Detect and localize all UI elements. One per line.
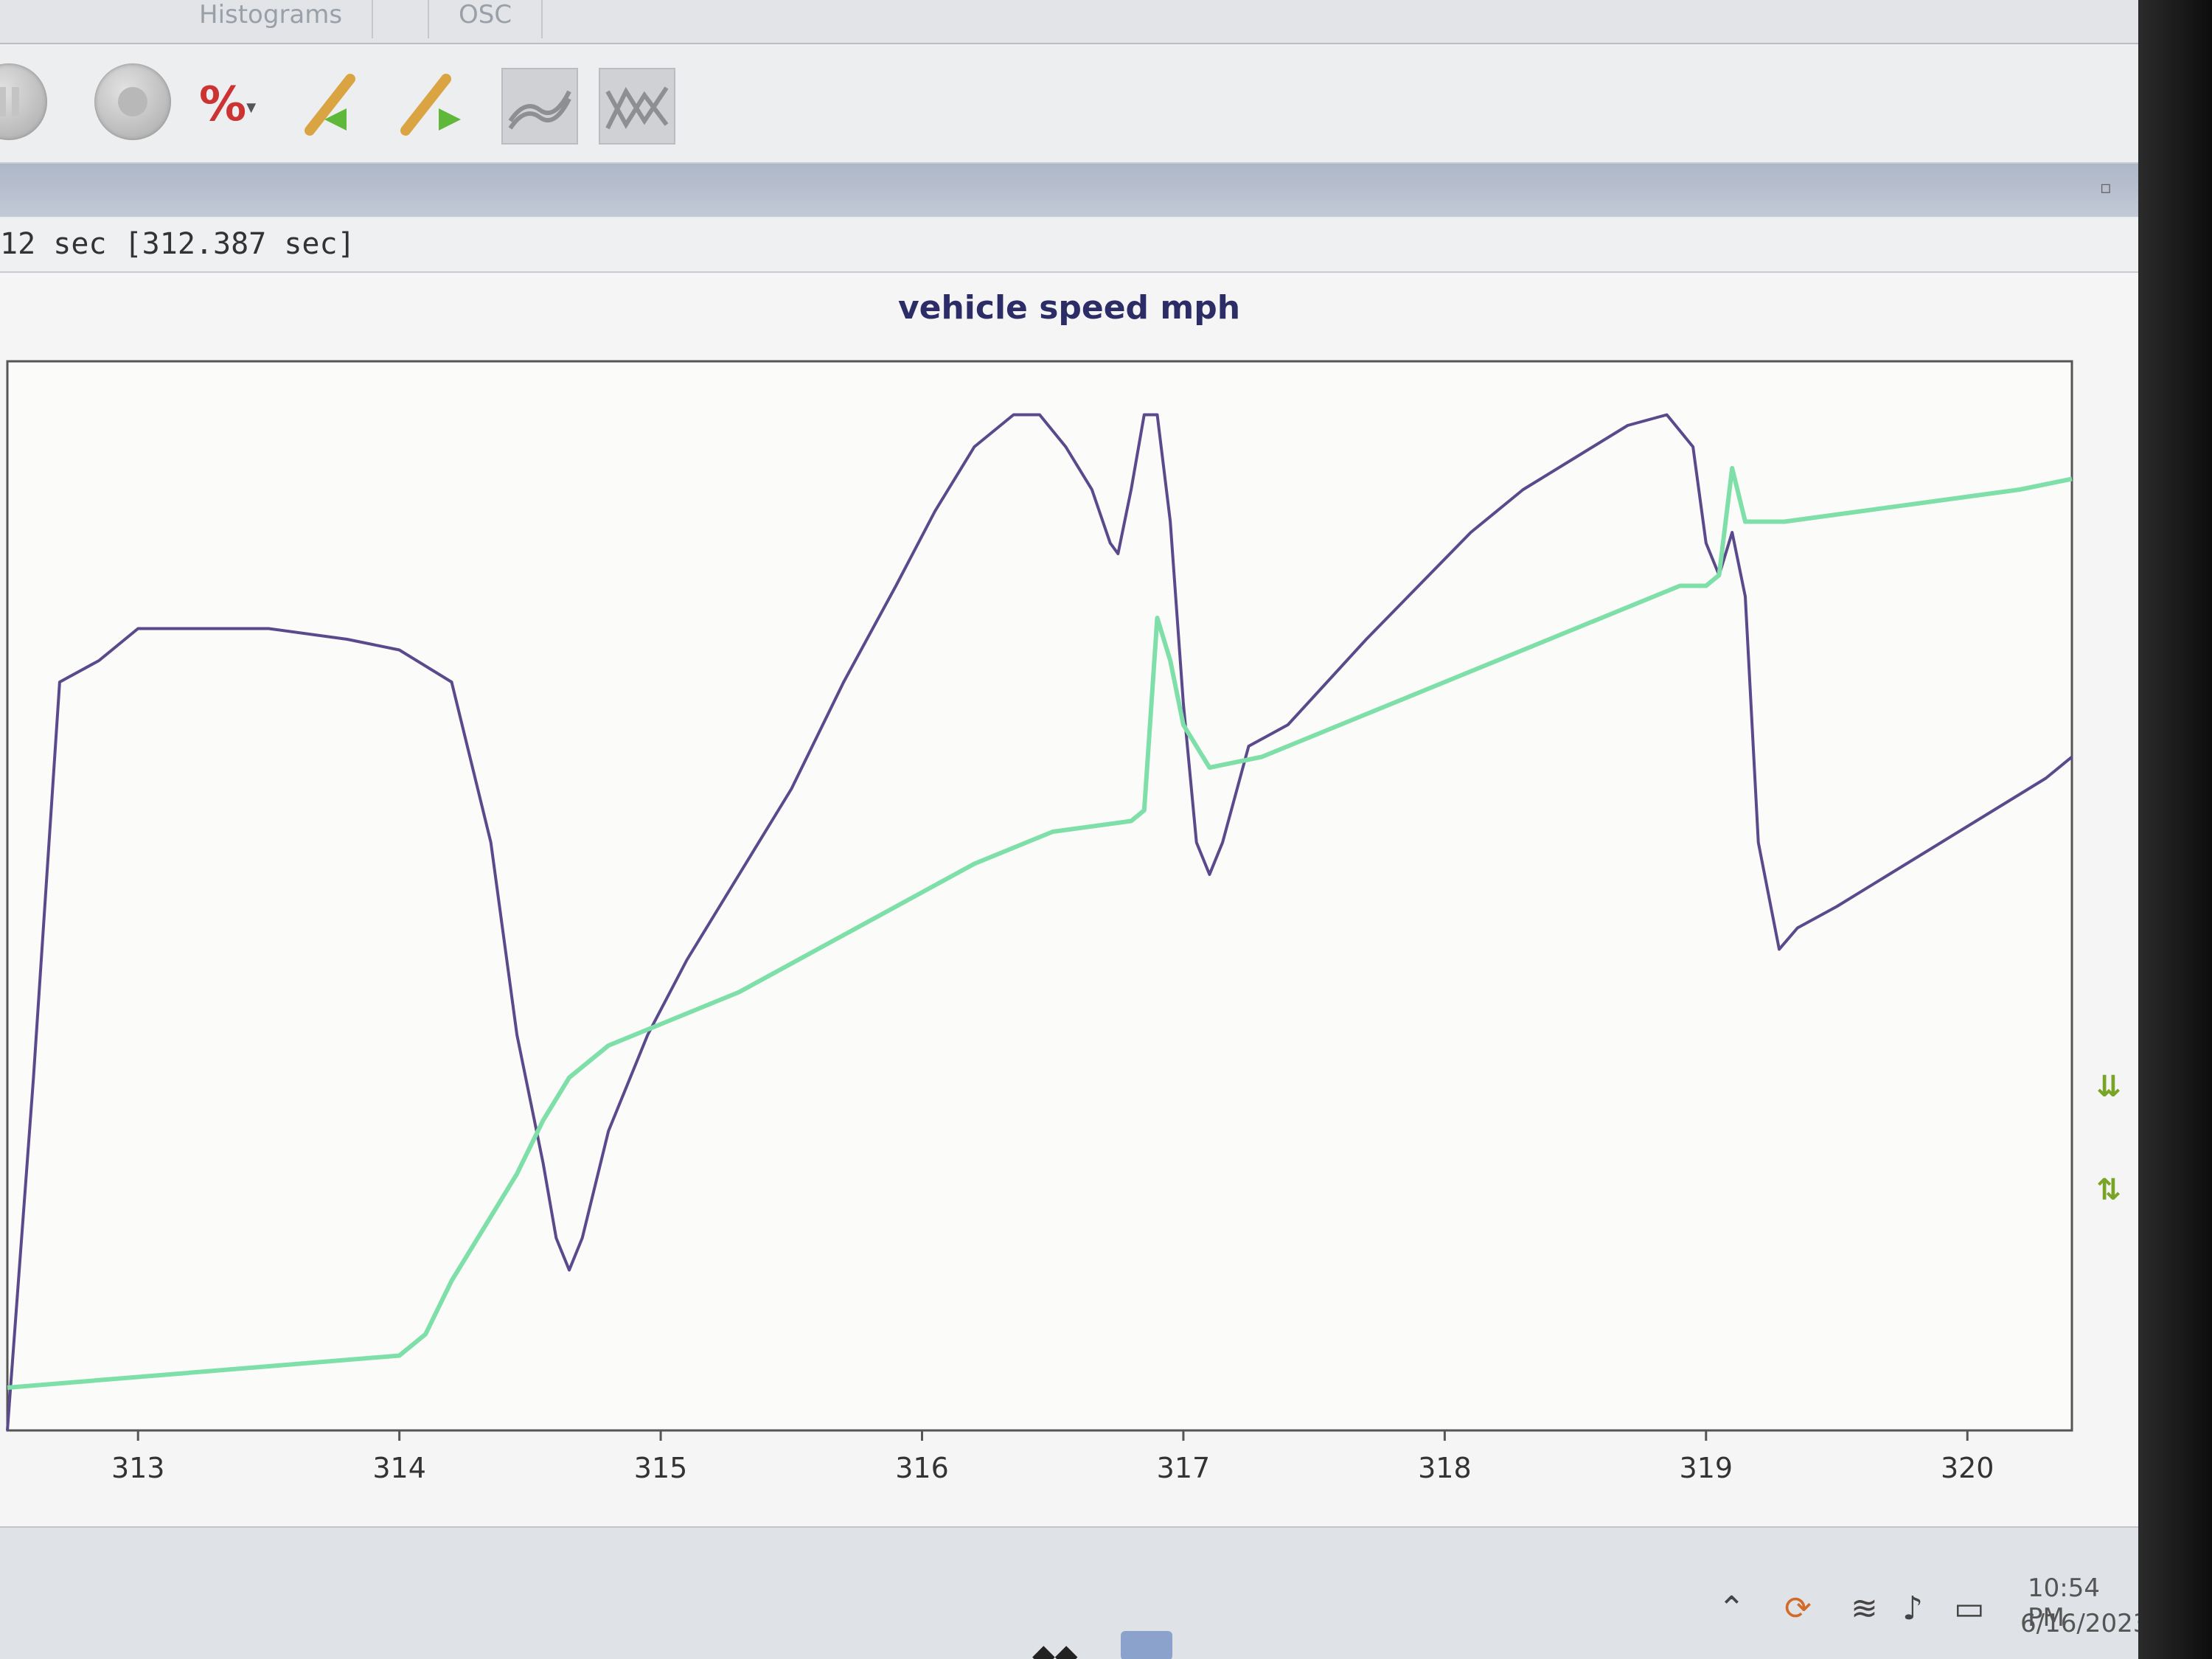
wave-button[interactable] (501, 68, 578, 145)
sync-icon[interactable]: ⟳ (1784, 1590, 1812, 1627)
pencil-left-icon (305, 74, 355, 136)
toolbar: %▾ (0, 44, 2138, 164)
pause-icon (0, 87, 19, 116)
scale-down-button[interactable]: ⇊ (2093, 1071, 2125, 1137)
tab-histograms[interactable]: Histograms (170, 0, 374, 38)
battery-icon[interactable]: ▭ (1954, 1590, 1985, 1627)
chevron-up-icon[interactable]: ⌃ (1718, 1590, 1745, 1627)
pencil-left-button[interactable] (295, 68, 369, 142)
percent-button[interactable]: %▾ (199, 68, 273, 142)
x-tick-label: 317 (1157, 1452, 1211, 1484)
clock-date[interactable]: 6/16/2023 (2020, 1609, 2138, 1638)
pencil-right-icon (400, 74, 461, 136)
volume-icon[interactable]: ♪ (1902, 1590, 1923, 1627)
panel-header: ▫ (0, 164, 2138, 217)
app-window-icon[interactable] (1121, 1631, 1172, 1659)
taskbar: ◆◆ ⌃ ⟳ ≋ ♪ ▭ 10:54 PM 6/16/2023 (0, 1526, 2138, 1659)
x-tick-label: 314 (372, 1452, 426, 1484)
wave-icon (508, 90, 571, 130)
info-bar: 12 sec [312.387 sec] (0, 218, 2138, 273)
arrows-updown-icon: ⇅ (2096, 1173, 2121, 1207)
dropbox-icon[interactable]: ◆◆ (1032, 1638, 1078, 1659)
chart-panel: vehicle speed mph 313 314 315 316 317 318 319 3… (0, 273, 2138, 1526)
xy-icon (605, 86, 669, 130)
percent-icon: % (199, 77, 247, 132)
x-tick-label: 320 (1941, 1452, 1994, 1484)
monitor-screen: Histograms OSC %▾ ▫ 12 sec [312.387 sec]… (0, 0, 2138, 1659)
pencil-right-button[interactable] (391, 68, 465, 142)
record-icon (118, 87, 147, 116)
arrows-down-icon: ⇊ (2096, 1070, 2121, 1104)
chevron-down-icon: ▾ (246, 96, 257, 119)
x-tick-label: 315 (634, 1452, 688, 1484)
tab-osc[interactable]: OSC (428, 0, 543, 38)
pause-button[interactable] (0, 63, 47, 140)
x-tick-label: 319 (1680, 1452, 1733, 1484)
x-tick-label: 316 (895, 1452, 949, 1484)
x-axis-ticks: 313 314 315 316 317 318 319 320 (111, 1430, 1994, 1484)
scale-updown-button[interactable]: ⇅ (2093, 1174, 2125, 1240)
xy-button[interactable] (599, 68, 675, 145)
wifi-icon[interactable]: ≋ (1851, 1590, 1878, 1627)
tab-bar: Histograms OSC (0, 0, 2138, 44)
x-tick-label: 313 (111, 1452, 165, 1484)
record-button[interactable] (94, 63, 171, 140)
monitor-bezel (2138, 0, 2212, 1659)
pin-icon[interactable]: ▫ (2100, 177, 2112, 198)
chart-svg[interactable]: 313 314 315 316 317 318 319 320 (0, 273, 2138, 1526)
x-tick-label: 318 (1418, 1452, 1472, 1484)
time-readout: 12 sec [312.387 sec] (0, 227, 355, 261)
